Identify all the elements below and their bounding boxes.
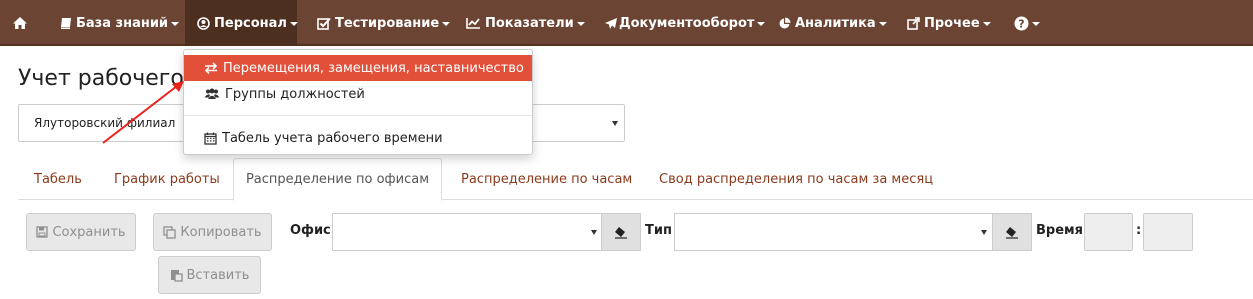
time-minutes-input[interactable] — [1143, 213, 1193, 251]
menu-item-position-groups[interactable]: Группы должностей — [184, 81, 532, 107]
nav-knowledge-base[interactable]: База знаний — [60, 0, 180, 46]
caret-down-icon — [576, 22, 585, 26]
office-select[interactable] — [332, 213, 602, 251]
tab-label: Распределение по офисам — [245, 172, 430, 187]
nav-indicators[interactable]: Показатели — [466, 0, 585, 46]
nav-testing[interactable]: Тестирование — [317, 0, 451, 46]
tab-work-schedule[interactable]: График работы — [114, 158, 220, 200]
tab-label: Табель — [34, 171, 82, 187]
eraser-icon — [615, 226, 627, 239]
caret-down-icon — [1032, 22, 1040, 26]
menu-item-transfers[interactable]: Перемещения, замещения, наставничество — [184, 55, 532, 81]
paste-button-label: Вставить — [186, 267, 250, 283]
personnel-dropdown-menu: Перемещения, замещения, наставничество Г… — [183, 49, 533, 155]
type-label: Тип — [645, 223, 672, 238]
tab-label: Свод распределения по часам за месяц — [659, 171, 934, 187]
menu-divider — [184, 115, 532, 116]
save-button-label: Сохранить — [52, 224, 126, 240]
tab-office-distribution[interactable]: Распределение по офисам — [233, 158, 442, 201]
nav-label: Прочее — [924, 15, 980, 31]
book-icon — [60, 17, 72, 30]
caret-down-icon — [982, 22, 991, 26]
external-link-icon — [907, 16, 920, 30]
exchange-icon — [204, 62, 218, 74]
clear-office-button[interactable] — [601, 213, 641, 251]
caret-down-icon — [612, 121, 618, 126]
tab-timesheet[interactable]: Табель — [34, 158, 82, 200]
annotation-arrow — [102, 81, 184, 144]
nav-personnel[interactable]: Персонал — [185, 0, 298, 46]
time-label: Время — [1036, 223, 1084, 238]
caret-down-icon — [591, 230, 597, 235]
caret-down-icon — [981, 230, 987, 235]
user-circle-icon — [197, 16, 210, 30]
nav-analytics[interactable]: Аналитика — [778, 0, 887, 46]
caret-down-icon — [289, 22, 298, 26]
copy-button[interactable]: Копировать — [153, 213, 272, 251]
tab-hourly-distribution[interactable]: Распределение по часам — [461, 158, 632, 200]
home-icon — [12, 16, 28, 30]
copy-button-label: Копировать — [180, 224, 262, 240]
type-select[interactable] — [674, 213, 994, 251]
nav-home[interactable] — [12, 0, 32, 46]
calendar-icon — [204, 132, 217, 145]
eraser-icon — [1006, 226, 1018, 239]
menu-item-label: Перемещения, замещения, наставничество — [223, 60, 524, 76]
nav-help[interactable]: ? — [1014, 0, 1040, 46]
paste-button[interactable]: Вставить — [158, 256, 261, 294]
time-hours-input[interactable] — [1084, 213, 1133, 251]
nav-label: База знаний — [76, 15, 169, 31]
tab-label: Распределение по часам — [461, 171, 633, 187]
menu-item-label: Группы должностей — [225, 86, 365, 102]
save-button[interactable]: Сохранить — [26, 213, 136, 251]
menu-item-label: Табель учета рабочего времени — [222, 130, 443, 146]
nav-other[interactable]: Прочее — [907, 0, 991, 46]
checkbox-icon — [317, 17, 331, 30]
tab-monthly-summary[interactable]: Свод распределения по часам за месяц — [659, 158, 933, 200]
clear-type-button[interactable] — [992, 213, 1032, 251]
nav-label: Тестирование — [335, 15, 440, 31]
nav-label: Документооборот — [619, 15, 755, 31]
tab-bar: Табель График работы Распределение по оф… — [18, 158, 1253, 201]
copy-icon — [163, 225, 177, 239]
pie-chart-icon — [778, 17, 791, 30]
paper-plane-icon — [604, 17, 618, 30]
users-icon — [204, 88, 220, 100]
caret-down-icon — [171, 22, 180, 26]
svg-text:?: ? — [1018, 17, 1024, 30]
nav-label: Персонал — [214, 15, 287, 31]
nav-label: Показатели — [485, 15, 574, 31]
floppy-disk-icon — [36, 226, 49, 238]
paste-icon — [170, 269, 183, 282]
time-separator: : — [1136, 223, 1142, 238]
question-circle-icon: ? — [1014, 16, 1029, 31]
menu-item-timesheet[interactable]: Табель учета рабочего времени — [184, 125, 532, 151]
tab-label: График работы — [114, 171, 220, 187]
line-chart-icon — [466, 17, 481, 29]
office-label: Офис — [290, 223, 331, 238]
caret-down-icon — [442, 22, 451, 26]
top-navbar: База знаний Персонал Тестирование Показа… — [0, 0, 1253, 46]
nav-label: Аналитика — [795, 15, 876, 31]
caret-down-icon — [878, 22, 887, 26]
nav-document-flow[interactable]: Документооборот — [604, 0, 766, 46]
caret-down-icon — [757, 22, 766, 26]
